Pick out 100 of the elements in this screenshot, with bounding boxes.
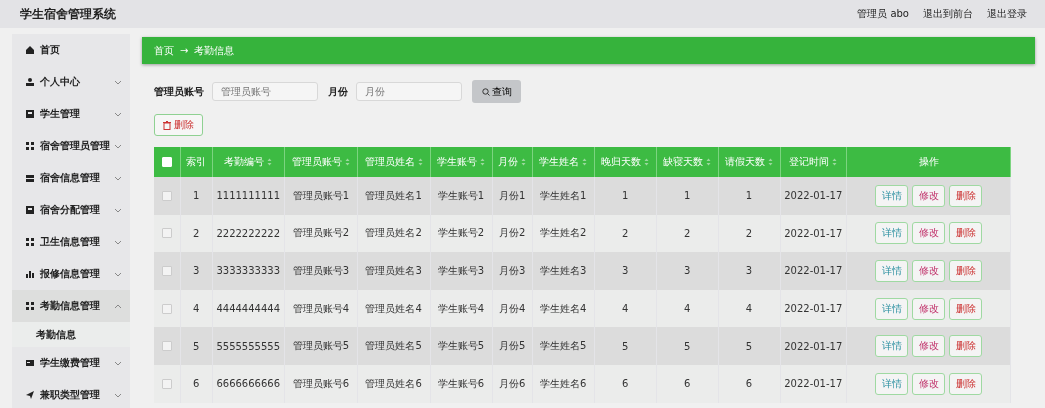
send-icon: [25, 390, 35, 400]
table-cell: 5: [594, 327, 657, 365]
sort-icon: [344, 158, 350, 166]
trash-icon: [163, 120, 171, 130]
table-cell: 学生姓名5: [532, 327, 595, 365]
delete-button[interactable]: 删除: [949, 184, 982, 207]
row-checkbox[interactable]: [162, 341, 172, 352]
edit-button[interactable]: 修改: [912, 297, 945, 320]
clipboard-icon: [25, 109, 35, 119]
table-cell: 1: [594, 177, 657, 215]
table-cell: 3: [594, 252, 657, 290]
table-cell: 学生姓名3: [532, 252, 595, 290]
edit-button[interactable]: 修改: [912, 335, 945, 358]
sidebar-item[interactable]: 首页: [12, 34, 130, 66]
sidebar-item[interactable]: 兼职类型管理: [12, 379, 130, 408]
breadcrumb-current: 考勤信息: [194, 43, 235, 58]
table-cell: 管理员姓名6: [357, 364, 431, 403]
sort-icon: [706, 158, 712, 166]
sort-icon: [267, 158, 273, 166]
breadcrumb-link[interactable]: 首页: [154, 43, 174, 58]
details-button[interactable]: 详情: [875, 222, 908, 245]
table-cell: 6: [656, 364, 719, 403]
table-cell: 1: [656, 177, 719, 215]
table-cell: 5555555555: [212, 327, 285, 365]
sidebar-subitem[interactable]: 考勤信息: [12, 322, 130, 347]
delete-button[interactable]: 删除: [949, 260, 982, 282]
table-cell: 6: [180, 364, 212, 403]
sidebar-item[interactable]: 个人中心: [12, 66, 130, 98]
app-title: 学生宿舍管理系统: [20, 5, 116, 23]
sidebar-item[interactable]: 宿舍分配管理: [12, 194, 130, 226]
delete-button[interactable]: 删除: [949, 297, 982, 320]
clipboard-icon: [25, 205, 35, 215]
table-cell: 月份6: [492, 364, 533, 403]
home-icon: [25, 45, 35, 55]
sort-icon: [644, 158, 650, 166]
row-checkbox[interactable]: [162, 190, 172, 201]
details-button[interactable]: 详情: [875, 184, 908, 207]
sort-icon: [832, 158, 838, 166]
table-cell: 2022-01-17: [780, 327, 847, 365]
table-cell: 3: [180, 252, 212, 290]
delete-button[interactable]: 删除: [949, 372, 982, 395]
sidebar-item[interactable]: 宿舍信息管理: [12, 162, 130, 194]
table-cell: 3: [656, 252, 719, 290]
table-cell: 6: [718, 364, 780, 403]
search-field[interactable]: 管理员账号: [212, 82, 318, 101]
table-cell: 1111111111: [212, 177, 285, 215]
grid-icon: [25, 141, 35, 151]
user-icon: [25, 77, 35, 87]
table-cell: 2022-01-17: [780, 364, 847, 403]
delete-button[interactable]: 删除: [949, 222, 982, 245]
table-cell: 管理员账号6: [284, 364, 358, 403]
table-cell: 管理员账号3: [284, 252, 358, 290]
table-cell: 3: [718, 252, 780, 290]
table-cell: 1: [180, 177, 212, 215]
sidebar-item[interactable]: 卫生信息管理: [12, 226, 130, 258]
table-cell: 学生账号5: [430, 327, 492, 365]
details-button[interactable]: 详情: [875, 335, 908, 358]
field-label: 管理员账号: [154, 84, 204, 99]
table-cell: 管理员姓名3: [357, 252, 431, 290]
table-cell: 管理员姓名5: [357, 327, 431, 365]
details-button[interactable]: 详情: [875, 372, 908, 395]
delete-button[interactable]: 删除: [949, 335, 982, 358]
table-cell: 1: [718, 177, 780, 215]
edit-button[interactable]: 修改: [912, 184, 945, 207]
sort-icon: [582, 158, 588, 166]
select-all-checkbox[interactable]: [162, 157, 172, 167]
bar-chart-icon: [25, 269, 35, 279]
field-label: 月份: [328, 84, 348, 99]
details-button[interactable]: 详情: [875, 260, 908, 282]
breadcrumb-separator: →: [180, 45, 189, 56]
search-field[interactable]: 月份: [356, 82, 462, 101]
row-checkbox[interactable]: [162, 228, 172, 239]
sort-icon: [480, 158, 485, 166]
row-checkbox[interactable]: [162, 378, 172, 389]
sort-icon: [417, 158, 423, 166]
table-cell: 6666666666: [212, 364, 285, 403]
sidebar-item[interactable]: 学生缴费管理: [12, 347, 130, 379]
details-button[interactable]: 详情: [875, 297, 908, 320]
header-link[interactable]: 退出登录: [987, 7, 1027, 21]
sidebar-item[interactable]: 报修信息管理: [12, 258, 130, 290]
table-cell: 5: [718, 327, 780, 365]
table-cell: 学生姓名6: [532, 364, 595, 403]
sidebar-item[interactable]: 宿舍管理员管理: [12, 130, 130, 162]
table-cell: 5: [656, 327, 719, 365]
row-checkbox[interactable]: [162, 303, 172, 314]
table-cell: 3333333333: [212, 252, 285, 290]
table-cell: 管理员账号1: [284, 177, 358, 215]
sidebar-item[interactable]: 考勤信息管理: [12, 290, 130, 322]
header-link[interactable]: 退出到前台: [923, 7, 973, 21]
sort-icon: [521, 158, 527, 166]
edit-button[interactable]: 修改: [912, 260, 945, 282]
sidebar-item[interactable]: 学生管理: [12, 98, 130, 130]
table-cell: 5: [180, 327, 212, 365]
row-checkbox[interactable]: [162, 266, 172, 276]
edit-button[interactable]: 修改: [912, 222, 945, 245]
card-icon: [25, 358, 35, 368]
edit-button[interactable]: 修改: [912, 372, 945, 395]
search-button[interactable]: 查询: [472, 80, 521, 103]
delete-button[interactable]: 删除: [154, 114, 203, 136]
grid-icon: [25, 237, 35, 247]
